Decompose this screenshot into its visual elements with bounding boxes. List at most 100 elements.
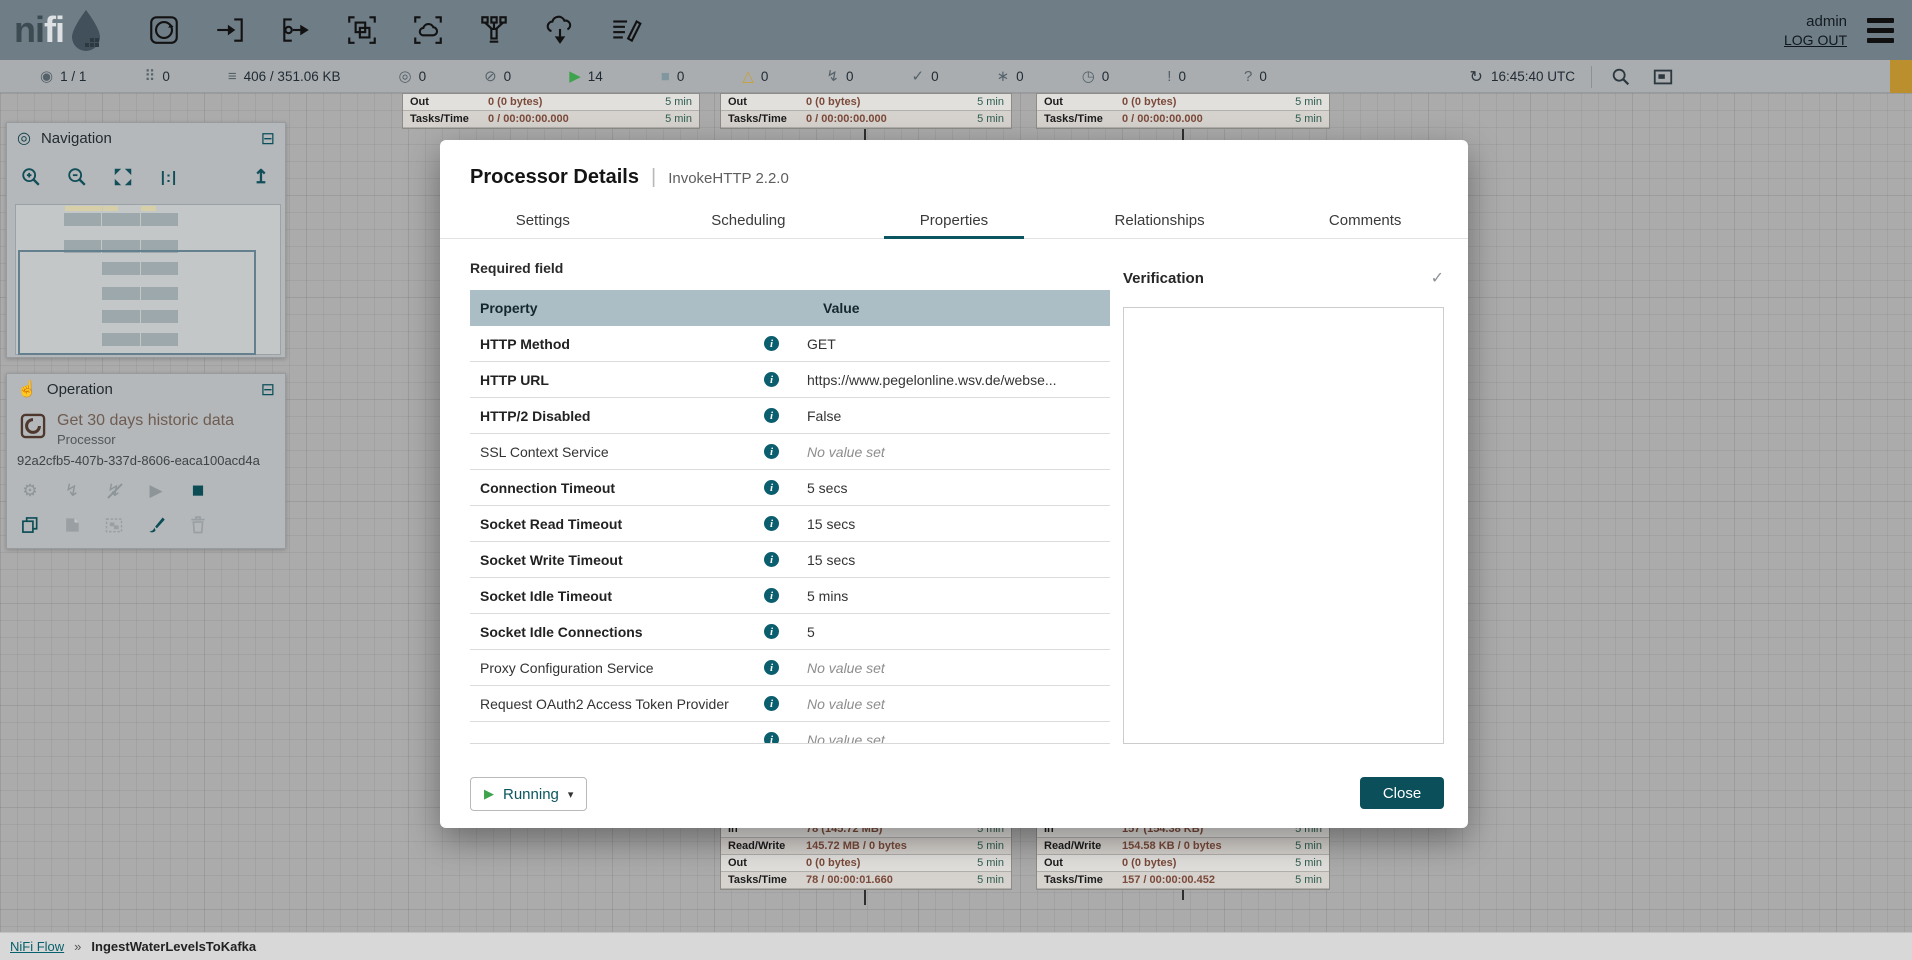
processor-stats-strip[interactable]: Out0 (0 bytes)5 minTasks/Time0 / 00:00:0… (402, 93, 700, 129)
collapse-icon[interactable]: ⊟ (261, 381, 275, 398)
status-item: ◉ 1 / 1 (40, 69, 86, 84)
minimap-viewport[interactable] (18, 250, 256, 355)
chevron-down-icon: ▾ (568, 788, 574, 801)
enable-icon[interactable]: ↯ (61, 480, 83, 502)
info-icon[interactable]: i (764, 444, 779, 459)
process-group-icon[interactable] (344, 12, 380, 48)
property-name: HTTP URL (480, 372, 764, 388)
navigation-toolbar: |:| ↥ (7, 153, 285, 197)
property-name: HTTP Method (480, 336, 764, 352)
info-icon[interactable]: i (764, 480, 779, 495)
transmitting-icon: ◎ (398, 69, 411, 84)
locally-modified-icon: ∗ (997, 69, 1010, 84)
search-icon[interactable] (1608, 64, 1634, 90)
property-row: SSL Context Service i No value set (470, 434, 1110, 470)
info-icon[interactable]: i (764, 624, 779, 639)
property-value: 5 (785, 624, 1110, 640)
info-icon[interactable]: i (764, 660, 779, 675)
info-icon[interactable]: i (764, 588, 779, 603)
operation-buttons-row1: ⚙ ↯ ↯ ▶ ■ (7, 468, 285, 502)
start-icon[interactable]: ▶ (145, 480, 167, 502)
processor-stats-strip[interactable]: Out0 (0 bytes)5 minTasks/Time0 / 00:00:0… (720, 93, 1012, 129)
processor-details-dialog: Processor Details | InvokeHTTP 2.2.0 Set… (440, 140, 1468, 828)
close-button[interactable]: Close (1360, 777, 1444, 809)
stat-row: Tasks/Time157 / 00:00:00.4525 min (1037, 872, 1329, 889)
processor-icon[interactable] (146, 12, 182, 48)
status-item: ⠿ 0 (144, 69, 170, 84)
zoom-actual-icon[interactable]: |:| (157, 165, 181, 189)
verification-results-panel (1123, 307, 1444, 744)
divider (1591, 66, 1592, 88)
breadcrumb-separator: » (74, 939, 81, 954)
input-port-icon[interactable] (212, 12, 248, 48)
paste-icon[interactable] (61, 514, 83, 536)
logout-link[interactable]: LOG OUT (1784, 32, 1847, 48)
stop-icon[interactable]: ■ (187, 480, 209, 502)
property-value: https://www.pegelonline.wsv.de/webse... (785, 372, 1110, 388)
property-name: SSL Context Service (480, 444, 764, 460)
questioned-icon: ? (1244, 69, 1252, 84)
tab[interactable]: Relationships (1057, 202, 1263, 238)
status-item: ▶ 14 (569, 69, 603, 84)
top-header: nifi (0, 0, 1912, 60)
disable-icon[interactable]: ↯ (103, 480, 125, 502)
color-icon[interactable] (145, 514, 167, 536)
stat-row: Tasks/Time0 / 00:00:00.0005 min (403, 111, 699, 128)
status-item: ? 0 (1244, 69, 1267, 84)
verify-check-icon[interactable]: ✓ (1431, 268, 1444, 288)
property-value: No value set (785, 444, 1110, 460)
processor-stats-table[interactable]: In157 (154.38 KB)5 minRead/Write154.58 K… (1036, 820, 1330, 890)
property-name: Socket Read Timeout (480, 516, 764, 532)
selected-component-type: Processor (57, 432, 234, 447)
property-value: 5 mins (785, 588, 1110, 604)
stat-row: Read/Write154.58 KB / 0 bytes5 min (1037, 838, 1329, 855)
info-icon[interactable]: i (764, 372, 779, 387)
property-value: No value set (785, 660, 1110, 676)
flow-analysis-toggle[interactable] (1890, 60, 1912, 93)
status-item: ⊘ 0 (484, 69, 511, 84)
processor-stats-table[interactable]: In78 (145.72 MB)5 minRead/Write145.72 MB… (720, 820, 1012, 890)
run-state-dropdown[interactable]: ▶ Running ▾ (470, 777, 587, 811)
info-icon[interactable]: i (764, 408, 779, 423)
property-value: 15 secs (785, 552, 1110, 568)
collapse-icon[interactable]: ⊟ (261, 130, 275, 147)
tab[interactable]: Settings (440, 202, 646, 238)
zoom-fit-icon[interactable] (111, 165, 135, 189)
label-icon[interactable] (608, 12, 644, 48)
processor-stamp-icon (19, 412, 47, 440)
tab[interactable]: Properties (851, 202, 1057, 238)
refresh-icon[interactable]: ↻ (1470, 67, 1483, 87)
delete-icon[interactable] (187, 514, 209, 536)
zoom-in-icon[interactable] (19, 165, 43, 189)
go-to-parent-icon[interactable]: ↥ (249, 165, 273, 189)
configure-icon[interactable]: ⚙ (19, 480, 41, 502)
info-icon[interactable]: i (764, 516, 779, 531)
global-menu-icon[interactable] (1863, 14, 1898, 47)
processor-stats-strip[interactable]: Out0 (0 bytes)5 minTasks/Time0 / 00:00:0… (1036, 93, 1330, 129)
property-value: GET (785, 336, 1110, 352)
birdseye-minimap[interactable] (15, 204, 281, 355)
tab[interactable]: Scheduling (646, 202, 852, 238)
status-item: ■ 0 (661, 69, 685, 84)
copy-icon[interactable] (19, 514, 41, 536)
cloud-import-icon[interactable] (542, 12, 578, 48)
remote-process-group-icon[interactable] (410, 12, 446, 48)
group-icon[interactable] (103, 514, 125, 536)
dialog-title: Processor Details (470, 166, 639, 189)
birdseye-icon[interactable] (1650, 64, 1676, 90)
tab[interactable]: Comments (1262, 202, 1468, 238)
output-port-icon[interactable] (278, 12, 314, 48)
funnel-icon[interactable] (476, 12, 512, 48)
property-row: Socket Idle Connections i 5 (470, 614, 1110, 650)
zoom-out-icon[interactable] (65, 165, 89, 189)
info-icon[interactable]: i (764, 336, 779, 351)
stat-row: Tasks/Time0 / 00:00:00.0005 min (721, 111, 1011, 128)
breadcrumb-current: IngestWaterLevelsToKafka (91, 939, 256, 954)
breadcrumb-root-link[interactable]: NiFi Flow (10, 939, 64, 954)
logo-text-light: fi (44, 9, 64, 51)
info-icon[interactable]: i (764, 696, 779, 711)
info-icon[interactable]: i (764, 732, 779, 744)
logo-text-dark: ni (14, 9, 44, 51)
info-icon[interactable]: i (764, 552, 779, 567)
properties-table: Property Value HTTP Method i GET (470, 290, 1110, 744)
